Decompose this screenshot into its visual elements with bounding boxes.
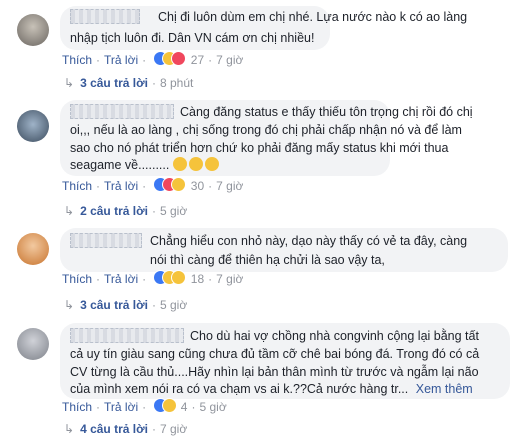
reply-link[interactable]: Trả lời	[104, 179, 138, 193]
reply-arrow-icon: ↳	[64, 422, 75, 436]
comment-actions: Thích · Trả lời · 18 · 7 giờ	[62, 270, 244, 286]
reaction-count: 18	[190, 272, 205, 286]
avatar[interactable]	[17, 328, 49, 360]
comment-text-line-2: nhập tịch luôn đi. Dân VN cám ơn chị nhi…	[70, 31, 315, 45]
reply-link[interactable]: Trả lời	[104, 400, 138, 414]
wow-reaction-icon	[171, 177, 187, 192]
reply-arrow-icon: ↳	[64, 298, 75, 312]
comment-text: Chị đi luôn dùm em chị nhé. Lựa nước nào…	[70, 9, 467, 25]
comment-text: Chẳng hiểu con nhỏ này, dạo này thấy có …	[70, 233, 467, 249]
replies-time: 7 giờ	[159, 422, 188, 436]
avatar[interactable]	[17, 14, 49, 46]
replies-count[interactable]: 3 câu trả lời	[80, 298, 148, 312]
comment-time[interactable]: 7 giờ	[216, 272, 243, 286]
comment-text-line-1: Càng đăng status e thấy thiếu tôn trọng …	[180, 105, 473, 119]
redacted-name[interactable]	[70, 233, 142, 248]
like-link[interactable]: Thích	[62, 272, 92, 286]
comment-text-line-4-row: của mình xem nói ra có va chạm vs ai k.?…	[70, 381, 473, 398]
comment-actions: Thích · Trả lời · 27 · 7 giờ	[62, 51, 244, 67]
comment-time[interactable]: 5 giờ	[199, 400, 226, 414]
reaction-count: 4	[180, 400, 188, 414]
reactions[interactable]	[153, 51, 187, 67]
redacted-name[interactable]	[70, 328, 184, 343]
replies-time: 5 giờ	[159, 204, 188, 218]
laugh-emoji-icon	[188, 157, 203, 171]
comment-text-line-4: seagame về.........	[70, 158, 170, 172]
comment-text-line-4: của mình xem nói ra có va chạm vs ai k.?…	[70, 382, 409, 396]
comment-actions: Thích · Trả lời · 30 · 7 giờ	[62, 177, 244, 193]
comment-text-line-1: Cho dù hai vợ chồng nhà congvinh cộng lạ…	[190, 329, 479, 343]
comment-text-line-1: Chị đi luôn dùm em chị nhé. Lựa nước nào…	[158, 10, 468, 24]
like-link[interactable]: Thích	[62, 53, 92, 67]
reactions[interactable]	[153, 177, 187, 193]
reactions[interactable]	[153, 270, 187, 286]
replies-time: 5 giờ	[159, 298, 188, 312]
comment-text-line-3: CV từng là cầu thủ....Hãy nhìn lại bản t…	[70, 365, 479, 379]
comment-text-line-2: cả uy tín giàu sang cũng chưa đủ tầm cỡ …	[70, 347, 480, 361]
laugh-emoji-icon	[172, 157, 187, 171]
reply-arrow-icon: ↳	[64, 76, 75, 90]
reaction-count: 30	[190, 179, 205, 193]
comment-time[interactable]: 7 giờ	[216, 53, 243, 67]
comment-text-line-4-row: seagame về.........	[70, 157, 221, 174]
redacted-name[interactable]	[70, 104, 174, 119]
replies-row[interactable]: ↳ 4 câu trả lời · 7 giờ	[64, 421, 187, 437]
replies-time: 8 phút	[159, 76, 194, 90]
comment-text-line-1: Chẳng hiểu con nhỏ này, dạo này thấy có …	[150, 234, 468, 248]
avatar[interactable]	[17, 233, 49, 265]
reaction-count: 27	[190, 53, 205, 67]
wow-reaction-icon	[171, 270, 187, 285]
comment-text: Cho dù hai vợ chồng nhà congvinh cộng lạ…	[70, 328, 479, 344]
laugh-emoji-icon	[204, 157, 219, 171]
comment-text-line-2: nói thì càng để thiên hạ chửi là sao vậy…	[150, 253, 385, 267]
comment-text: Càng đăng status e thấy thiếu tôn trọng …	[70, 104, 473, 120]
see-more-link[interactable]: Xem thêm	[416, 382, 473, 396]
replies-count[interactable]: 4 câu trả lời	[80, 422, 148, 436]
reply-link[interactable]: Trả lời	[104, 53, 138, 67]
love-reaction-icon	[171, 51, 187, 66]
haha-reaction-icon	[162, 398, 178, 413]
comment-text-line-2: oi,,, nếu là ao làng , chị sống trong đó…	[70, 123, 462, 137]
replies-row[interactable]: ↳ 2 câu trả lời · 5 giờ	[64, 203, 187, 219]
replies-count[interactable]: 3 câu trả lời	[80, 76, 148, 90]
redacted-name[interactable]	[70, 9, 140, 24]
replies-row[interactable]: ↳ 3 câu trả lời · 8 phút	[64, 75, 193, 91]
reply-link[interactable]: Trả lời	[104, 272, 138, 286]
comment-text-line-3: sao cho nó phát triển hơn chứ ko phải đă…	[70, 141, 449, 155]
comment-time[interactable]: 7 giờ	[216, 179, 243, 193]
replies-count[interactable]: 2 câu trả lời	[80, 204, 148, 218]
reply-arrow-icon: ↳	[64, 204, 75, 218]
reactions[interactable]	[153, 398, 178, 414]
replies-row[interactable]: ↳ 3 câu trả lời · 5 giờ	[64, 297, 187, 313]
like-link[interactable]: Thích	[62, 400, 92, 414]
like-link[interactable]: Thích	[62, 179, 92, 193]
avatar[interactable]	[17, 110, 49, 142]
comment-actions: Thích · Trả lời · 4 · 5 giờ	[62, 398, 227, 414]
